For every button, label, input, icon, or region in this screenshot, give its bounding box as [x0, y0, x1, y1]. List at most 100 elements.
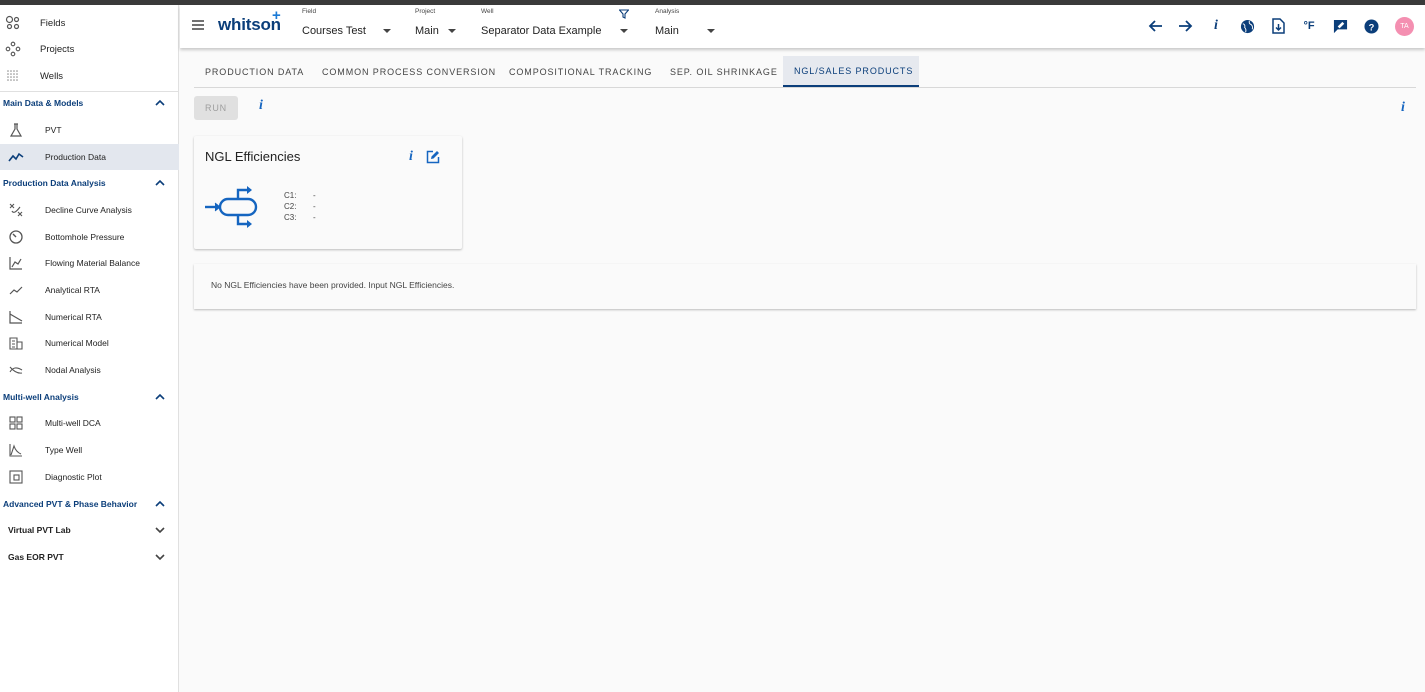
field-select[interactable]: Field Courses Test	[302, 8, 392, 44]
sidebar-item-label: Decline Curve Analysis	[45, 205, 132, 215]
component-value: -	[313, 213, 316, 222]
separator-icon	[205, 186, 258, 228]
globe-icon[interactable]	[1239, 18, 1255, 34]
project-select-value: Main	[415, 25, 439, 37]
analysis-select[interactable]: Analysis Main	[655, 8, 715, 44]
menu-icon[interactable]	[192, 19, 204, 31]
logo-plus: +	[272, 7, 281, 24]
avatar[interactable]: TA	[1395, 17, 1414, 36]
project-select[interactable]: Project Main	[415, 8, 458, 44]
dropdown-arrow-icon	[707, 29, 715, 33]
info-icon[interactable]: i	[1401, 100, 1405, 116]
dropdown-arrow-icon	[448, 29, 456, 33]
gauge-icon	[9, 230, 23, 244]
fields-icon	[5, 15, 20, 30]
sidebar-item-production-data[interactable]: Production Data	[0, 144, 179, 170]
sidebar: Fields Projects Wells Main Data & Models…	[0, 5, 179, 692]
section-label: Multi-well Analysis	[3, 392, 79, 402]
flask-icon	[9, 123, 23, 137]
chart-line-icon	[9, 257, 22, 270]
sidebar-item-projects[interactable]: Projects	[0, 36, 179, 62]
tab-common-process-conversion[interactable]: COMMON PROCESS CONVERSION	[311, 56, 507, 87]
component-name: C2:	[284, 202, 297, 211]
arrow-forward-icon[interactable]	[1177, 18, 1193, 34]
sidebar-item-flowing-material-balance[interactable]: Flowing Material Balance	[0, 250, 179, 276]
download-file-icon[interactable]	[1270, 18, 1286, 34]
info-icon[interactable]: i	[1208, 18, 1224, 34]
section-label: Main Data & Models	[3, 98, 84, 108]
run-button[interactable]: RUN	[194, 96, 238, 120]
sidebar-item-label: PVT	[45, 125, 62, 135]
wells-icon	[7, 70, 18, 81]
empty-state-panel: No NGL Efficiencies have been provided. …	[194, 264, 1416, 309]
well-select-label: Well	[481, 8, 494, 15]
svg-text:?: ?	[1368, 22, 1374, 32]
analysis-select-value: Main	[655, 25, 679, 37]
sidebar-item-wells[interactable]: Wells	[0, 63, 179, 89]
sidebar-item-nodal-analysis[interactable]: Nodal Analysis	[0, 357, 179, 383]
sidebar-item-numerical-rta[interactable]: Numerical RTA	[0, 304, 179, 330]
section-label: Advanced PVT & Phase Behavior	[3, 499, 138, 509]
component-row: C1: -	[284, 191, 316, 200]
tab-production-data[interactable]: PRODUCTION DATA	[194, 56, 315, 87]
sidebar-item-numerical-model[interactable]: Numerical Model	[0, 330, 179, 356]
grid-icon	[9, 416, 23, 430]
card-title: NGL Efficiencies	[205, 149, 301, 164]
sidebar-item-multi-well-dca[interactable]: Multi-well DCA	[0, 410, 179, 436]
dropdown-arrow-icon	[383, 29, 391, 33]
arrow-back-icon[interactable]	[1148, 18, 1164, 34]
decline-icon	[9, 203, 23, 217]
sidebar-item-type-well[interactable]: Type Well	[0, 437, 179, 463]
analytics-icon	[9, 286, 23, 295]
section-production-data-analysis[interactable]: Production Data Analysis	[0, 170, 179, 196]
section-gas-eor-pvt[interactable]: Gas EOR PVT	[0, 544, 179, 570]
sidebar-item-label: Analytical RTA	[45, 285, 100, 295]
type-well-icon	[9, 444, 22, 457]
sidebar-item-fields[interactable]: Fields	[0, 10, 179, 36]
tab-ngl-sales-products[interactable]: NGL/SALES PRODUCTS	[783, 56, 919, 87]
tab-compositional-tracking[interactable]: COMPOSITIONAL TRACKING	[498, 56, 663, 87]
chevron-down-icon	[155, 527, 165, 534]
tab-sep-oil-shrinkage[interactable]: SEP. OIL SHRINKAGE	[659, 56, 789, 87]
tab-bar: PRODUCTION DATA COMMON PROCESS CONVERSIO…	[194, 56, 1416, 88]
component-name: C3:	[284, 213, 297, 222]
sidebar-item-bottomhole-pressure[interactable]: Bottomhole Pressure	[0, 224, 179, 250]
feedback-icon[interactable]	[1332, 18, 1348, 34]
component-name: C1:	[284, 191, 297, 200]
chevron-up-icon	[155, 393, 165, 400]
well-select[interactable]: Well Separator Data Example	[481, 8, 631, 44]
sidebar-item-label: Nodal Analysis	[45, 365, 101, 375]
temperature-unit-toggle[interactable]: °F	[1301, 18, 1317, 34]
section-virtual-pvt-lab[interactable]: Virtual PVT Lab	[0, 517, 179, 543]
dropdown-arrow-icon	[620, 29, 628, 33]
sidebar-item-label: Projects	[40, 43, 75, 55]
sidebar-item-analytical-rta[interactable]: Analytical RTA	[0, 277, 179, 303]
sidebar-item-diagnostic-plot[interactable]: Diagnostic Plot	[0, 464, 179, 490]
analysis-select-label: Analysis	[655, 8, 680, 15]
section-main-data-models[interactable]: Main Data & Models	[0, 90, 179, 116]
sidebar-item-label: Production Data	[45, 152, 106, 162]
sidebar-item-decline-curve-analysis[interactable]: Decline Curve Analysis	[0, 197, 179, 223]
section-multi-well-analysis[interactable]: Multi-well Analysis	[0, 384, 179, 410]
chevron-up-icon	[155, 179, 165, 186]
projects-icon	[5, 41, 21, 57]
section-label: Virtual PVT Lab	[8, 525, 71, 535]
chevron-down-icon	[155, 554, 165, 561]
section-advanced-pvt[interactable]: Advanced PVT & Phase Behavior	[0, 491, 179, 517]
section-label: Gas EOR PVT	[8, 552, 64, 562]
edit-icon[interactable]	[426, 150, 440, 164]
diagnostic-icon	[9, 470, 23, 484]
info-icon[interactable]: i	[259, 98, 263, 114]
chevron-up-icon	[155, 500, 165, 507]
filter-icon[interactable]	[619, 9, 629, 19]
well-select-value: Separator Data Example	[481, 25, 602, 37]
sidebar-item-label: Numerical RTA	[45, 312, 102, 322]
sidebar-item-pvt[interactable]: PVT	[0, 117, 179, 143]
chevron-up-icon	[155, 99, 165, 106]
component-value: -	[313, 191, 316, 200]
ngl-efficiencies-card: NGL Efficiencies i C1: - C2: - C3: -	[194, 136, 462, 249]
component-row: C3: -	[284, 213, 316, 222]
info-icon[interactable]: i	[409, 149, 413, 165]
project-select-label: Project	[415, 8, 436, 15]
help-icon[interactable]: ?	[1363, 18, 1379, 34]
